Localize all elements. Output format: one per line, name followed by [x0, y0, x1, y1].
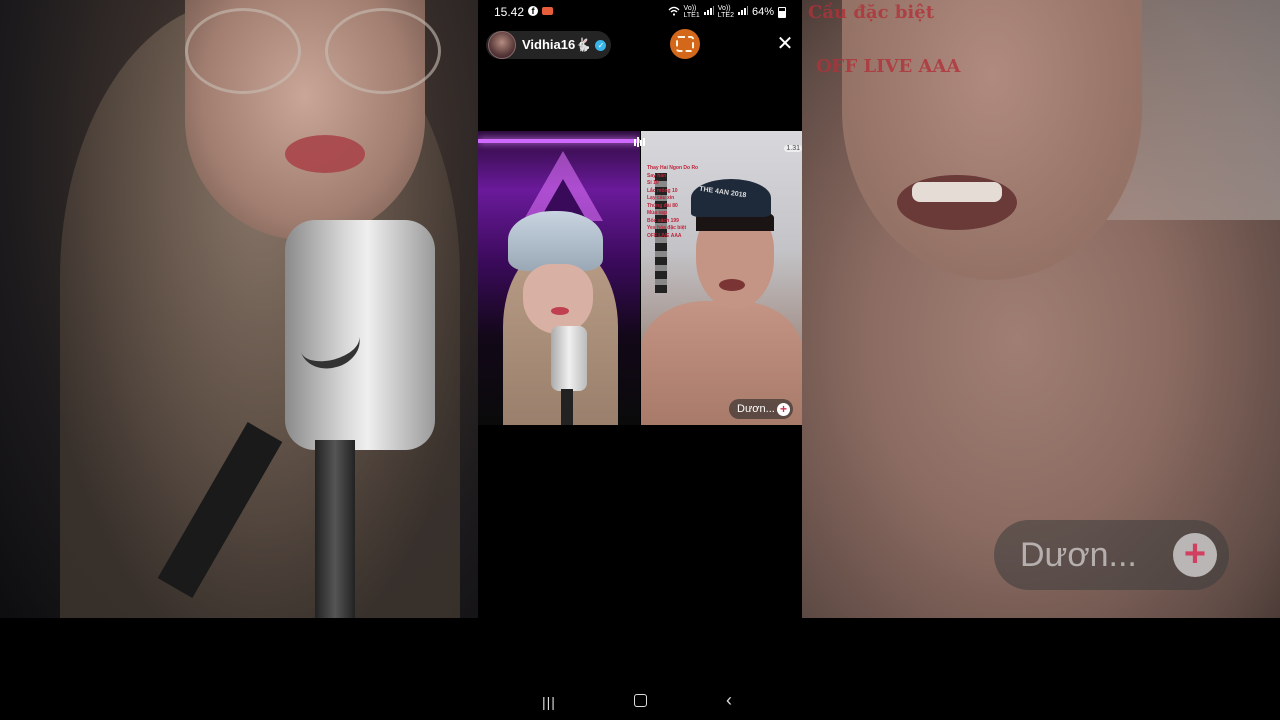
list-item: Say hán: [647, 172, 667, 179]
screen-record-icon: [542, 7, 553, 15]
recent-apps-icon[interactable]: |||: [542, 694, 556, 710]
host-mic-stand: [561, 389, 573, 425]
signal-icon-1: [703, 6, 714, 18]
battery-icon: [778, 6, 786, 18]
background-follow-pill: Dươn... +: [994, 520, 1229, 590]
list-item: Sỉ 10: [647, 180, 659, 186]
plus-icon: +: [777, 402, 790, 416]
audio-bars-icon: [634, 134, 646, 152]
background-overlay-text-mid: OFF LIVE AAA: [816, 56, 961, 77]
list-item: Múa sạp: [647, 210, 668, 216]
host-face: [523, 264, 593, 334]
list-item: Lắc mông 10: [647, 187, 678, 194]
background-glasses-left: [185, 8, 301, 94]
follow-guest-button[interactable]: Dươn... +: [729, 399, 793, 419]
status-time: 15.42: [494, 5, 525, 19]
android-nav-bar: ||| ‹: [478, 680, 802, 720]
host-profile-pill[interactable]: Vidhia16🐇 ✓: [486, 31, 611, 59]
close-button[interactable]: ✕: [775, 34, 795, 54]
host-beanie: [508, 211, 603, 271]
background-right-blur: Cầu đặc biệt OFF LIVE AAA Dươn... +: [802, 0, 1280, 618]
screenshot-capture-button[interactable]: [670, 29, 700, 59]
status-bar: 15.42 f Vo)) LTE1 Vo)) LTE2 64%: [478, 0, 802, 24]
background-follow-label: Dươn...: [1020, 535, 1137, 574]
sim1-label: Vo)) LTE1: [683, 5, 700, 19]
capture-frame-icon: [676, 36, 694, 52]
wifi-icon: [668, 6, 680, 19]
background-overlay-text-top: Cầu đặc biệt: [808, 2, 935, 23]
background-glasses-right: [325, 8, 441, 94]
list-item: Yes hỏa đặc biệt: [647, 225, 687, 231]
sim2-label: Vo)) LTE2: [717, 5, 734, 19]
background-mic-stand: [315, 440, 355, 618]
guest-video-feed[interactable]: THE 4AN 2018 Thay Hai Ngon Do Ro Say hán…: [641, 131, 802, 425]
guest-mouth: [719, 279, 745, 291]
signal-icon-2: [737, 6, 748, 18]
host-lips: [551, 307, 569, 315]
follow-guest-label: Dươn...: [737, 403, 775, 415]
guest-cap: [691, 179, 771, 217]
background-plus-icon: +: [1173, 533, 1217, 577]
list-item: Lạy cầu xin: [647, 195, 675, 201]
host-microphone: [551, 326, 587, 391]
battery-percent: 64%: [751, 6, 774, 18]
host-name: Vidhia16🐇: [522, 37, 592, 52]
resolution-badge: 1.31: [784, 145, 802, 152]
neon-light: [478, 139, 640, 143]
host-video-feed[interactable]: [478, 131, 640, 425]
verified-badge-icon: ✓: [595, 39, 607, 51]
background-lips: [285, 135, 365, 173]
list-item: Bốc sách 199: [647, 217, 679, 224]
facebook-icon: f: [528, 6, 538, 16]
guest-overlay-list: Thay Hai Ngon Do Ro Say hán Sỉ 10 Lắc mô…: [647, 165, 698, 240]
list-item: OFF LIVE AAA: [647, 232, 682, 239]
back-icon[interactable]: ‹: [726, 690, 732, 711]
list-item: Thùng đài 80: [647, 202, 678, 209]
home-icon[interactable]: [634, 694, 647, 707]
background-left-blur: [0, 0, 478, 618]
background-face-right: [842, 0, 1142, 280]
list-item: Thay Hai Ngon Do Ro: [647, 165, 699, 171]
avatar[interactable]: [488, 31, 516, 59]
background-teeth: [912, 182, 1002, 202]
status-right-group: Vo)) LTE1 Vo)) LTE2 64%: [668, 5, 786, 19]
phone-screen: 15.42 f Vo)) LTE1 Vo)) LTE2 64% Vidhia16…: [478, 0, 802, 618]
